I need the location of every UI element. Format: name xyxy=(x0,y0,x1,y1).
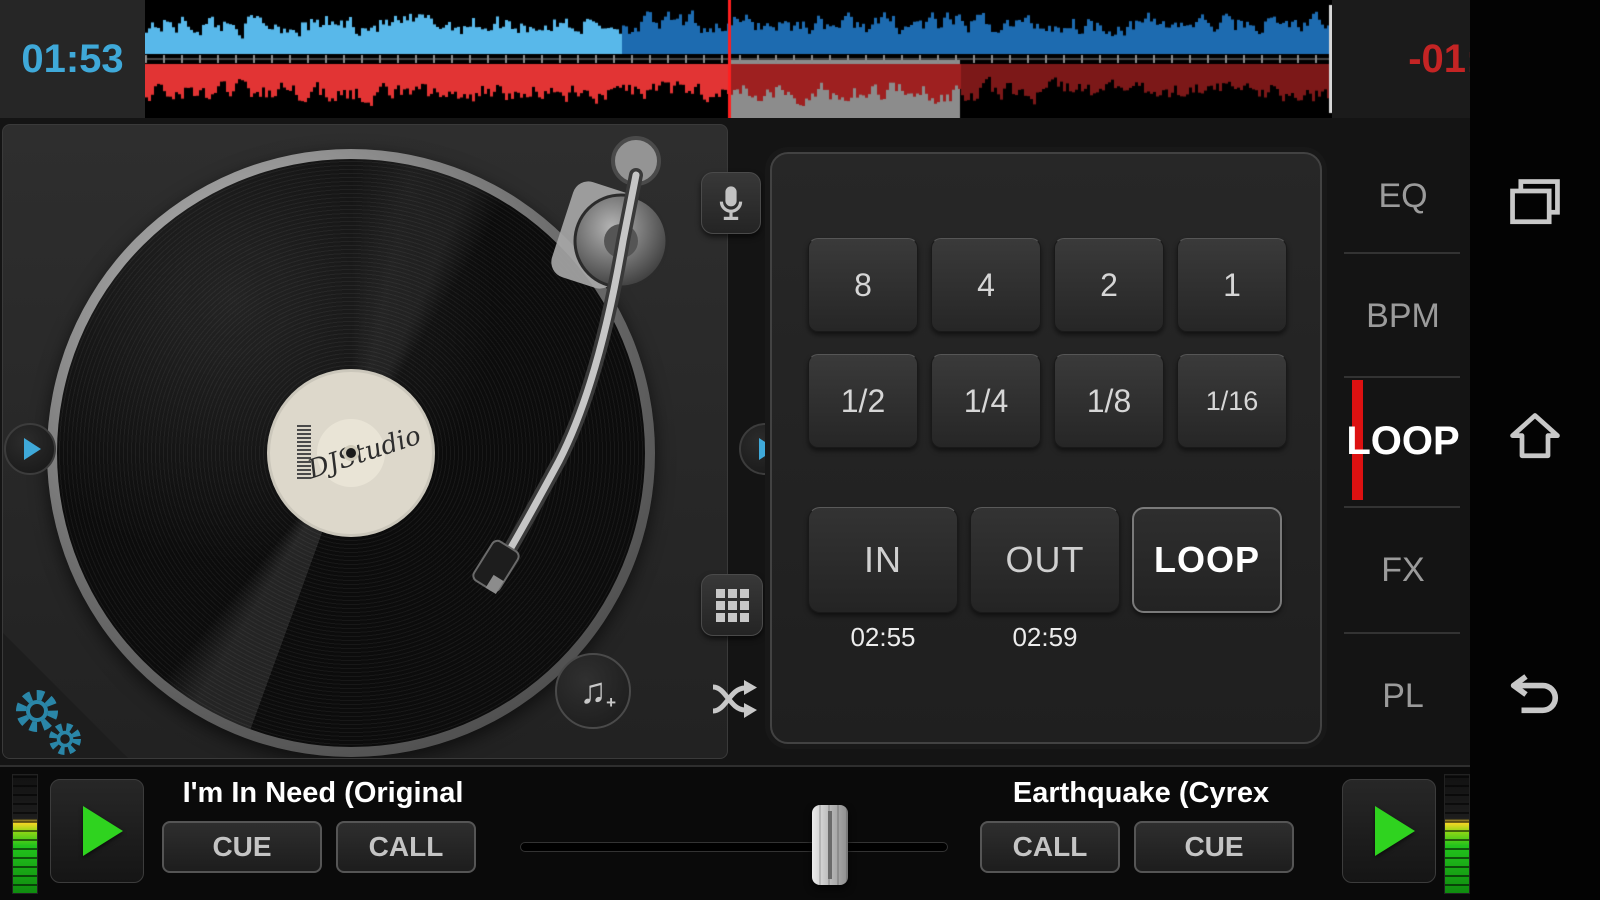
loop-in-time: 02:55 xyxy=(808,622,958,653)
left-track-title: I'm In Need (Original xyxy=(162,777,484,815)
left-cue-button[interactable]: CUE xyxy=(162,821,322,873)
beat-length-grid: 8 4 2 1 1/2 1/4 1/8 1/16 xyxy=(808,238,1287,448)
crossfader-handle[interactable] xyxy=(812,805,848,885)
waveform-strip: 01:53 -01:19 xyxy=(0,0,1600,118)
beat-button-1-8[interactable]: 1/8 xyxy=(1054,354,1164,448)
recents-icon[interactable] xyxy=(1509,178,1561,225)
beat-button-8[interactable]: 8 xyxy=(808,238,918,332)
tab-divider xyxy=(1344,376,1460,378)
tab-divider xyxy=(1344,632,1460,634)
loop-in-out-row: IN OUT LOOP xyxy=(808,507,1282,613)
left-level-meter xyxy=(12,774,38,894)
right-call-button[interactable]: CALL xyxy=(980,821,1120,873)
tab-bpm[interactable]: BPM xyxy=(1336,291,1470,341)
dj-app-screen: 01:53 -01:19 DJStudio xyxy=(0,0,1600,900)
left-call-button[interactable]: CALL xyxy=(336,821,476,873)
beat-button-4[interactable]: 4 xyxy=(931,238,1041,332)
shuffle-button[interactable] xyxy=(703,668,767,730)
grid-icon xyxy=(716,589,749,622)
add-music-button[interactable]: ♫ + xyxy=(555,653,631,729)
tab-divider xyxy=(1344,506,1460,508)
left-deck-nudge-button[interactable] xyxy=(4,423,56,475)
right-play-button[interactable] xyxy=(1342,779,1436,883)
tab-eq[interactable]: EQ xyxy=(1336,171,1470,221)
back-icon[interactable] xyxy=(1508,672,1562,717)
play-arrow-icon xyxy=(24,438,41,460)
play-icon xyxy=(1375,806,1415,856)
shuffle-icon xyxy=(711,679,759,719)
left-deck-controls: I'm In Need (Original CUE CALL xyxy=(162,777,484,873)
right-deck-controls: Earthquake (Cyrex CALL CUE xyxy=(980,777,1302,873)
loop-out-button[interactable]: OUT xyxy=(970,507,1120,613)
tab-divider xyxy=(1344,252,1460,254)
tab-pl[interactable]: PL xyxy=(1336,671,1470,721)
play-icon xyxy=(83,806,123,856)
loop-toggle-button[interactable]: LOOP xyxy=(1132,507,1282,613)
microphone-button[interactable] xyxy=(701,172,761,234)
right-track-title: Earthquake (Cyrex xyxy=(980,777,1302,815)
tab-loop[interactable]: LOOP xyxy=(1336,412,1470,470)
transport-bar: I'm In Need (Original CUE CALL Earthquak… xyxy=(0,765,1470,900)
turntable-deck: DJStudio xyxy=(2,124,728,759)
loop-in-button[interactable]: IN xyxy=(808,507,958,613)
left-play-button[interactable] xyxy=(50,779,144,883)
loop-panel: 8 4 2 1 1/2 1/4 1/8 1/16 IN OUT LOOP 02:… xyxy=(770,152,1322,744)
plus-icon: + xyxy=(606,693,616,713)
microphone-icon xyxy=(715,184,747,222)
loop-out-time: 02:59 xyxy=(970,622,1120,653)
beat-button-1-16[interactable]: 1/16 xyxy=(1177,354,1287,448)
crossfader-track[interactable] xyxy=(520,842,948,852)
main-area: DJStudio xyxy=(0,118,1470,765)
settings-gears-icon[interactable] xyxy=(9,683,89,759)
beat-button-1-2[interactable]: 1/2 xyxy=(808,354,918,448)
beat-button-1-4[interactable]: 1/4 xyxy=(931,354,1041,448)
waveform-display[interactable] xyxy=(145,0,1332,118)
music-note-icon: ♫ xyxy=(580,670,607,712)
panel-tab-bar: EQ BPM LOOP FX PL xyxy=(1336,118,1470,765)
pad-grid-button[interactable] xyxy=(701,574,763,636)
spindle xyxy=(346,448,356,458)
elapsed-time: 01:53 xyxy=(0,0,145,118)
beat-button-1[interactable]: 1 xyxy=(1177,238,1287,332)
right-level-meter xyxy=(1444,774,1470,894)
vinyl-brand-text: DJStudio xyxy=(304,421,424,486)
home-icon[interactable] xyxy=(1509,412,1561,459)
android-nav-bar xyxy=(1470,0,1600,900)
right-cue-button[interactable]: CUE xyxy=(1134,821,1294,873)
tab-fx[interactable]: FX xyxy=(1336,545,1470,595)
beat-button-2[interactable]: 2 xyxy=(1054,238,1164,332)
